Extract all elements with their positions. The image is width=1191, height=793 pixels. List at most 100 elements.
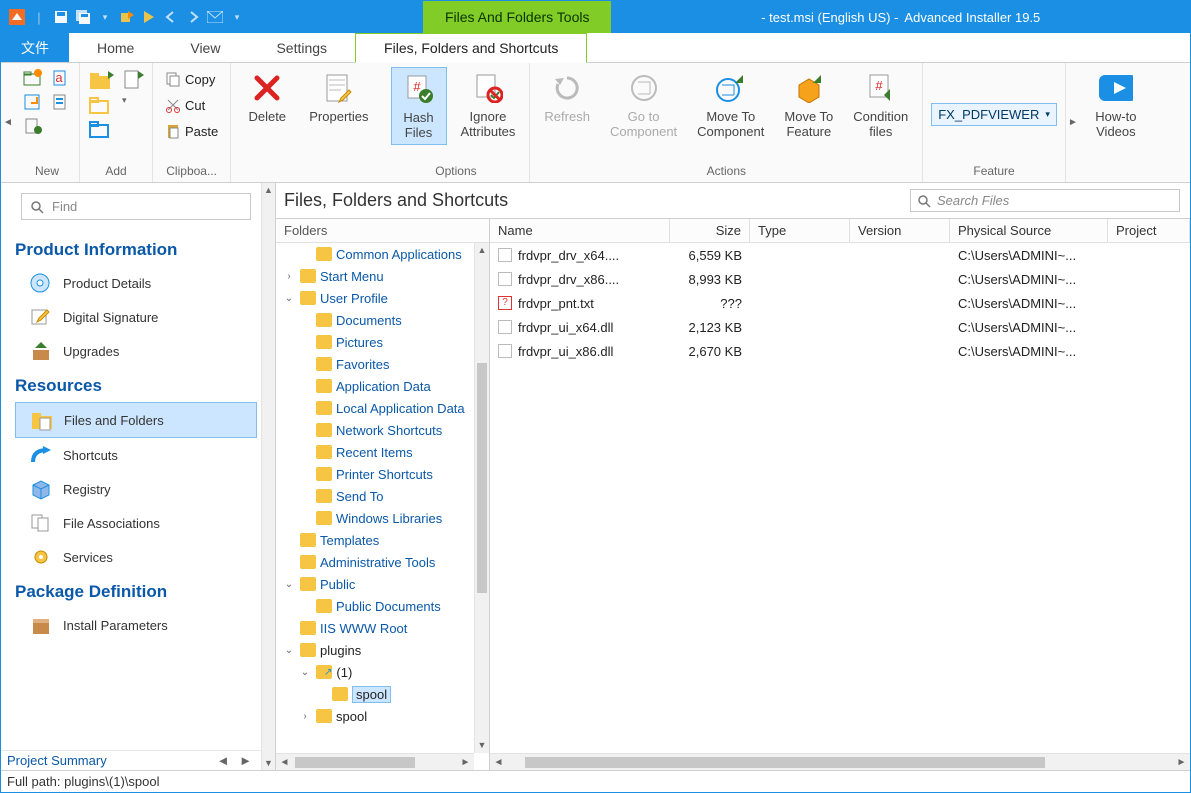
delete-button[interactable]: Delete [239,67,295,128]
sidebar-scrollbar[interactable]: ▲ ▼ [261,183,275,770]
tab-home[interactable]: Home [69,33,162,62]
ribbon-scroll-right[interactable]: ► [1066,63,1080,182]
tree-item[interactable]: ⌄↗(1) [276,661,474,683]
expand-icon[interactable]: ⌄ [282,293,296,304]
save-icon[interactable] [53,9,69,25]
col-name[interactable]: Name [490,219,670,242]
cut-button[interactable]: Cut [161,95,222,115]
tree-vscrollbar[interactable]: ▲ ▼ [474,243,489,753]
find-box[interactable]: Find [21,193,251,220]
tab-view[interactable]: View [162,33,248,62]
ignore-attributes-button[interactable]: Ignore Attributes [455,67,522,143]
tree-item[interactable]: ⌄plugins [276,639,474,661]
tree-item[interactable]: Documents [276,309,474,331]
col-size[interactable]: Size [670,219,750,242]
tree-item[interactable]: ⌄Public [276,573,474,595]
add-folder-icon[interactable] [88,69,114,91]
folders-tree[interactable]: Common Applications›Start Menu⌄User Prof… [276,243,474,753]
table-row[interactable]: frdvpr_drv_x86....8,993 KBC:\Users\ADMIN… [490,267,1190,291]
condition-files-button[interactable]: # Condition files [847,67,914,143]
howto-videos-button[interactable]: How-to Videos [1088,67,1144,143]
table-row[interactable]: ?frdvpr_pnt.txt???C:\Users\ADMINI~... [490,291,1190,315]
paste-button[interactable]: Paste [161,121,222,141]
tree-item[interactable]: Public Documents [276,595,474,617]
scroll-up-icon[interactable]: ▲ [262,183,275,197]
sidebar-item-shortcuts[interactable]: Shortcuts [1,438,261,472]
add-file-dd-icon[interactable]: ▾ [122,95,144,106]
sidebar-item-services[interactable]: Services [1,540,261,574]
col-type[interactable]: Type [750,219,850,242]
back-icon[interactable] [163,9,179,25]
add-folder-blue-icon[interactable] [88,119,114,139]
new-item-icon[interactable] [23,117,43,135]
tree-item[interactable]: Favorites [276,353,474,375]
tree-hscrollbar[interactable]: ◄► [276,753,474,770]
tree-item[interactable]: spool [276,683,474,705]
new-file-icon[interactable]: a [51,69,71,87]
properties-button[interactable]: Properties [303,67,374,128]
sidebar-item-files-and-folders[interactable]: Files and Folders [15,402,257,438]
sidebar-item-digital-signature[interactable]: Digital Signature [1,300,261,334]
save-all-icon[interactable] [75,9,91,25]
run-icon[interactable] [141,9,157,25]
sidebar-pager-arrows[interactable]: ◄ ► [217,753,255,768]
tree-item[interactable]: Templates [276,529,474,551]
context-tab-files-tools[interactable]: Files And Folders Tools [423,1,611,33]
new-shortcut-icon[interactable] [23,93,43,111]
tree-item[interactable]: Application Data [276,375,474,397]
mail-icon[interactable] [207,9,223,25]
col-source[interactable]: Physical Source [950,219,1108,242]
tree-item[interactable]: ›spool [276,705,474,727]
sidebar-item-file-associations[interactable]: File Associations [1,506,261,540]
tree-item[interactable]: Printer Shortcuts [276,463,474,485]
move-to-component-button[interactable]: Move To Component [691,67,770,143]
expand-icon[interactable]: ⌄ [298,667,312,678]
qat-dropdown-icon[interactable]: ▾ [97,9,113,25]
table-row[interactable]: frdvpr_drv_x64....6,559 KBC:\Users\ADMIN… [490,243,1190,267]
tree-hscroll-thumb[interactable] [295,757,415,768]
tree-item[interactable]: Administrative Tools [276,551,474,573]
sidebar-item-product-details[interactable]: Product Details [1,266,261,300]
scroll-down-icon[interactable]: ▼ [262,756,275,770]
sidebar-item-registry[interactable]: Registry [1,472,261,506]
move-to-feature-button[interactable]: Move To Feature [778,67,839,143]
tab-settings[interactable]: Settings [248,33,355,62]
add-file-icon[interactable] [122,69,144,91]
goto-component-button[interactable]: Go to Component [604,67,683,143]
tree-item[interactable]: Common Applications [276,243,474,265]
tree-item[interactable]: ›Start Menu [276,265,474,287]
list-hscroll-thumb[interactable] [525,757,1045,768]
tab-files-folders-shortcuts[interactable]: Files, Folders and Shortcuts [355,33,587,63]
sidebar-item-upgrades[interactable]: Upgrades [1,334,261,368]
tree-item[interactable]: Network Shortcuts [276,419,474,441]
col-project[interactable]: Project [1108,219,1190,242]
tree-item[interactable]: Recent Items [276,441,474,463]
tree-item[interactable]: ⌄User Profile [276,287,474,309]
expand-icon[interactable]: ⌄ [282,645,296,656]
expand-icon[interactable]: ⌄ [282,579,296,590]
file-rows[interactable]: frdvpr_drv_x64....6,559 KBC:\Users\ADMIN… [490,243,1190,770]
export-icon[interactable] [119,9,135,25]
expand-icon[interactable]: › [298,711,312,722]
new-folder-icon[interactable] [23,69,43,87]
search-files-box[interactable]: Search Files [910,189,1180,212]
add-folder-2-icon[interactable] [88,95,114,115]
tree-item[interactable]: IIS WWW Root [276,617,474,639]
hash-files-button[interactable]: # Hash Files [391,67,447,145]
file-tab[interactable]: 文件 [1,33,69,62]
sidebar-item-install-parameters[interactable]: Install Parameters [1,608,261,642]
expand-icon[interactable]: › [282,271,296,282]
project-summary-link[interactable]: Project Summary [7,753,107,768]
col-version[interactable]: Version [850,219,950,242]
table-row[interactable]: frdvpr_ui_x64.dll2,123 KBC:\Users\ADMINI… [490,315,1190,339]
tree-item[interactable]: Windows Libraries [276,507,474,529]
column-headers[interactable]: Name Size Type Version Physical Source P… [490,219,1190,243]
tree-item[interactable]: Pictures [276,331,474,353]
refresh-button[interactable]: Refresh [538,67,596,128]
table-row[interactable]: frdvpr_ui_x86.dll2,670 KBC:\Users\ADMINI… [490,339,1190,363]
new-ini-icon[interactable] [51,93,71,111]
tree-item[interactable]: Send To [276,485,474,507]
list-hscrollbar[interactable]: ◄ ► [490,753,1190,770]
forward-icon[interactable] [185,9,201,25]
copy-button[interactable]: Copy [161,69,222,89]
